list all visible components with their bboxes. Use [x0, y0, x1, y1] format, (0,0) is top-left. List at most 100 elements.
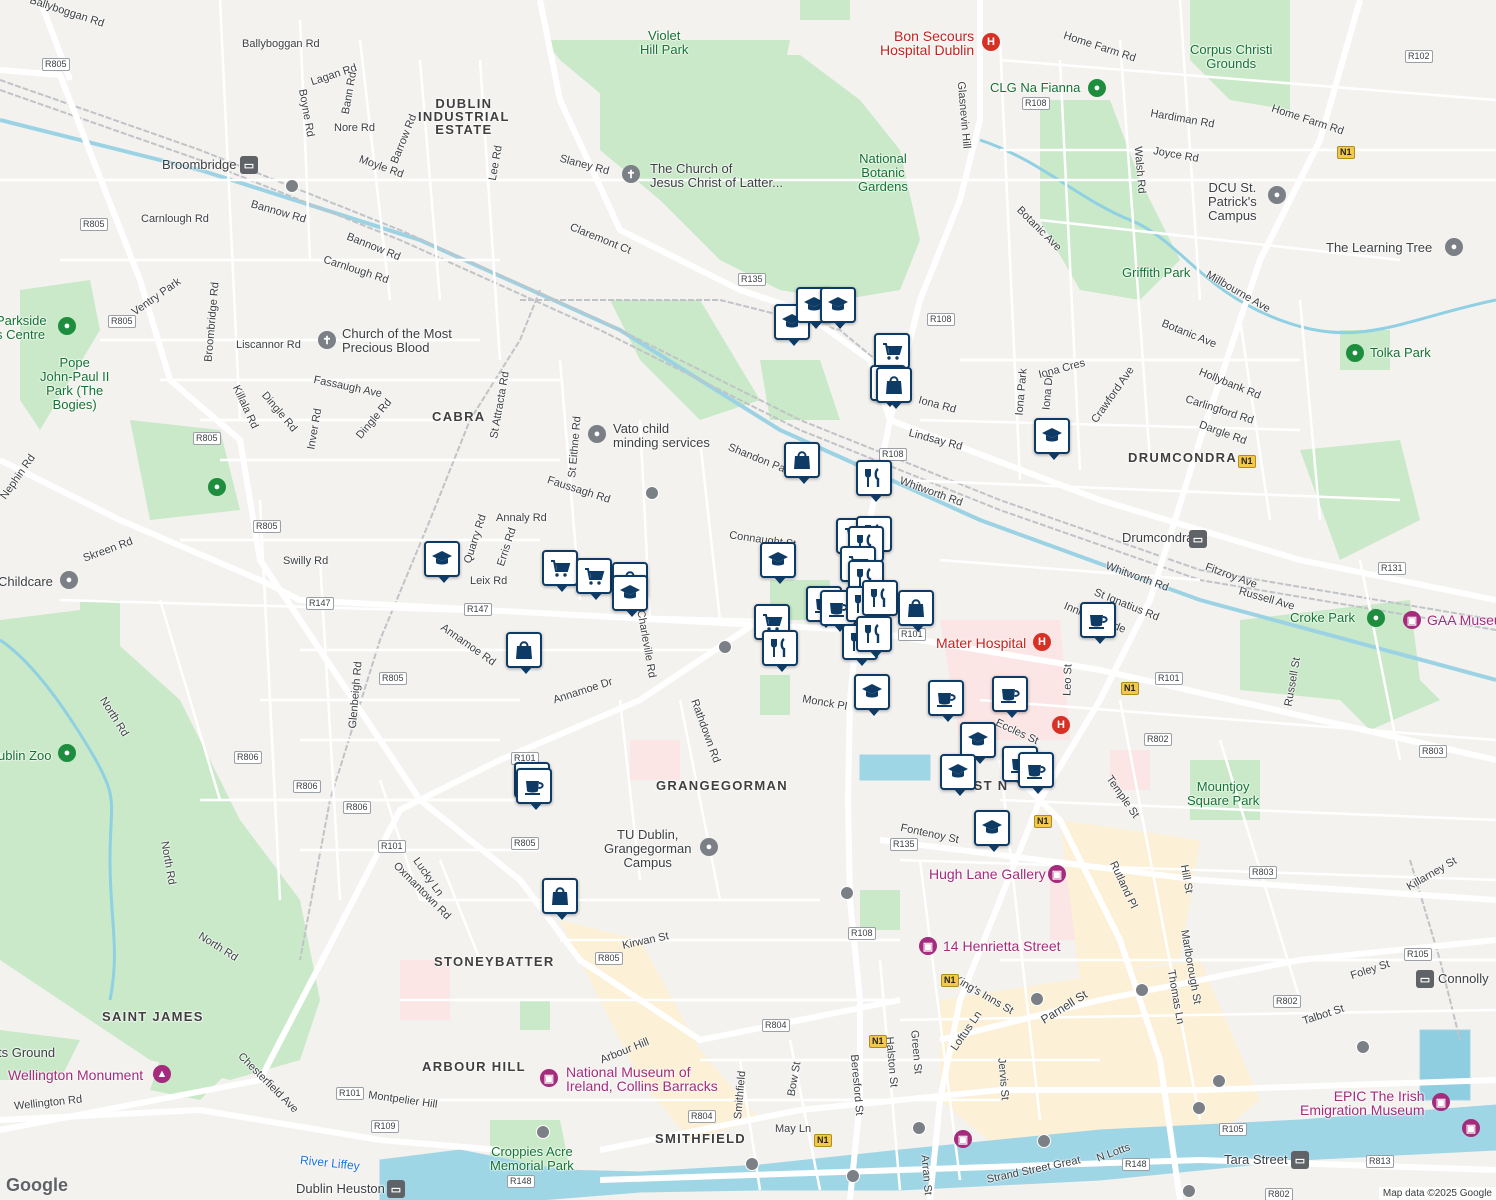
museum-pin-icon[interactable]: ▣ — [1403, 611, 1421, 629]
station-tara-street[interactable]: Tara Street — [1224, 1153, 1288, 1167]
food-marker-icon[interactable] — [862, 580, 898, 622]
poi-gaa-museum[interactable]: GAA Museu — [1427, 613, 1496, 627]
church-pin-icon[interactable]: ✝ — [622, 165, 640, 183]
park-mountjoy-square[interactable]: Mountjoy Square Park — [1187, 780, 1259, 808]
cart-marker-icon[interactable] — [576, 558, 612, 600]
tram-stop-icon[interactable] — [1192, 1101, 1206, 1115]
train-station-icon[interactable]: ▭ — [1416, 970, 1434, 988]
poi-hugh-lane[interactable]: Hugh Lane Gallery — [929, 867, 1046, 881]
bag-marker-icon[interactable] — [506, 632, 542, 674]
school-pin-icon[interactable]: ● — [700, 838, 718, 856]
park-pope-john-paul[interactable]: Pope John-Paul II Park (The Bogies) — [40, 356, 109, 412]
poi-mater-hospital[interactable]: Mater Hospital — [936, 636, 1026, 650]
museum-pin-icon[interactable]: ▣ — [1048, 865, 1066, 883]
church-pin-icon[interactable]: ✝ — [318, 331, 336, 349]
poi-childcare[interactable]: Childcare — [0, 575, 53, 589]
station-broombridge[interactable]: Broombridge — [162, 158, 236, 172]
tram-stop-icon[interactable] — [645, 486, 659, 500]
museum-pin-icon[interactable]: ▣ — [954, 1130, 972, 1148]
train-station-icon[interactable]: ▭ — [1189, 530, 1207, 548]
map-attribution[interactable]: Map data ©2025 Google — [1378, 1187, 1496, 1200]
museum-pin-icon[interactable]: ▣ — [919, 937, 937, 955]
cafe-marker-icon[interactable] — [992, 676, 1028, 718]
zoo-pin-icon[interactable]: ● — [58, 744, 76, 762]
tram-stop-icon[interactable] — [745, 1157, 759, 1171]
tram-stop-icon[interactable] — [1182, 1184, 1196, 1198]
poi-epic[interactable]: EPIC The Irish Emigration Museum — [1300, 1089, 1425, 1117]
bag-marker-icon[interactable] — [542, 878, 578, 920]
park-pin-icon[interactable]: ● — [1088, 79, 1106, 97]
station-connolly[interactable]: Connolly — [1438, 972, 1489, 986]
museum-pin-icon[interactable]: ▣ — [1462, 1119, 1480, 1137]
station-drumcondra[interactable]: Drumcondra — [1122, 531, 1194, 545]
station-dublin-heuston[interactable]: Dublin Heuston — [296, 1182, 385, 1196]
school-marker-icon[interactable] — [424, 541, 460, 583]
school-marker-icon[interactable] — [974, 810, 1010, 852]
cafe-marker-icon[interactable] — [1080, 602, 1116, 644]
poi-wellington-monument[interactable]: Wellington Monument — [8, 1068, 143, 1082]
cafe-marker-icon[interactable] — [516, 768, 552, 810]
park-pin-icon[interactable]: ● — [208, 478, 226, 496]
poi-dcu-st-patricks[interactable]: DCU St. Patrick's Campus — [1208, 181, 1257, 223]
cafe-marker-icon[interactable] — [1018, 752, 1054, 794]
tram-stop-icon[interactable] — [846, 1169, 860, 1183]
park-parkside-centre[interactable]: Parkside s Centre — [0, 314, 47, 342]
food-marker-icon[interactable] — [762, 630, 798, 672]
park-croke[interactable]: Croke Park — [1290, 611, 1355, 625]
poi-church-latter-day[interactable]: The Church of Jesus Christ of Latter... — [650, 162, 783, 190]
poi-vato-childminding[interactable]: Vato child minding services — [613, 422, 710, 450]
tram-stop-icon[interactable] — [1212, 1074, 1226, 1088]
poi-collins-barracks[interactable]: National Museum of Ireland, Collins Barra… — [566, 1065, 718, 1093]
tram-stop-icon[interactable] — [1037, 1134, 1051, 1148]
school-marker-icon[interactable] — [960, 722, 996, 764]
cart-marker-icon[interactable] — [874, 333, 910, 375]
cafe-marker-icon[interactable] — [928, 680, 964, 722]
place-pin-icon[interactable]: ● — [60, 571, 78, 589]
poi-learning-tree[interactable]: The Learning Tree — [1326, 241, 1432, 255]
school-pin-icon[interactable]: ● — [1268, 186, 1286, 204]
tram-stop-icon[interactable] — [285, 179, 299, 193]
park-dublin-zoo[interactable]: ublin Zoo — [0, 749, 51, 763]
poi-bon-secours[interactable]: Bon Secours Hospital Dublin — [880, 29, 974, 57]
park-pin-icon[interactable]: ● — [1367, 609, 1385, 627]
park-pin-icon[interactable]: ● — [58, 317, 76, 335]
tram-stop-icon[interactable] — [1030, 992, 1044, 1006]
park-griffith[interactable]: Griffith Park — [1122, 266, 1190, 280]
park-corpus-christi[interactable]: Corpus Christi Grounds — [1190, 43, 1272, 71]
park-croppies-acre[interactable]: Croppies Acre Memorial Park — [490, 1145, 574, 1173]
poi-church-precious-blood[interactable]: Church of the Most Precious Blood — [342, 327, 452, 355]
bag-marker-icon[interactable] — [898, 590, 934, 632]
map-canvas[interactable]: DUBLIN INDUSTRIAL ESTATE CABRA DRUMCONDRA … — [0, 0, 1496, 1200]
bag-marker-icon[interactable] — [876, 367, 912, 409]
school-marker-icon[interactable] — [940, 754, 976, 796]
hospital-icon[interactable]: H — [982, 33, 1000, 51]
hospital-icon[interactable]: H — [1033, 633, 1051, 651]
tram-stop-icon[interactable] — [912, 1121, 926, 1135]
park-pin-icon[interactable]: ● — [1346, 344, 1364, 362]
park-violet-hill[interactable]: Violet Hill Park — [640, 29, 688, 57]
school-marker-icon[interactable] — [820, 287, 856, 329]
park-botanic-gardens[interactable]: National Botanic Gardens — [858, 152, 908, 194]
cart-marker-icon[interactable] — [542, 550, 578, 592]
tram-station-icon[interactable]: ▭ — [240, 156, 258, 174]
park-clg-na-fianna[interactable]: CLG Na Fianna — [990, 81, 1080, 95]
tram-stop-icon[interactable] — [1356, 1040, 1370, 1054]
poi-henrietta-street[interactable]: 14 Henrietta Street — [943, 939, 1061, 953]
hospital-icon[interactable]: H — [1052, 716, 1070, 734]
school-marker-icon[interactable] — [854, 674, 890, 716]
poi-tu-dublin[interactable]: TU Dublin, Grangegorman Campus — [604, 828, 691, 870]
poi-sports-ground[interactable]: ts Ground — [0, 1046, 55, 1060]
park-tolka[interactable]: Tolka Park — [1370, 346, 1431, 360]
school-marker-icon[interactable] — [760, 542, 796, 584]
place-pin-icon[interactable]: ● — [588, 425, 606, 443]
place-pin-icon[interactable]: ● — [1445, 238, 1463, 256]
school-marker-icon[interactable] — [1034, 418, 1070, 460]
train-station-icon[interactable]: ▭ — [387, 1180, 405, 1198]
school-marker-icon[interactable] — [612, 575, 648, 617]
museum-pin-icon[interactable]: ▣ — [540, 1069, 558, 1087]
tram-stop-icon[interactable] — [840, 886, 854, 900]
food-marker-icon[interactable] — [856, 460, 892, 502]
museum-pin-icon[interactable]: ▣ — [1432, 1093, 1450, 1111]
train-station-icon[interactable]: ▭ — [1291, 1151, 1309, 1169]
tram-stop-icon[interactable] — [536, 1125, 550, 1139]
